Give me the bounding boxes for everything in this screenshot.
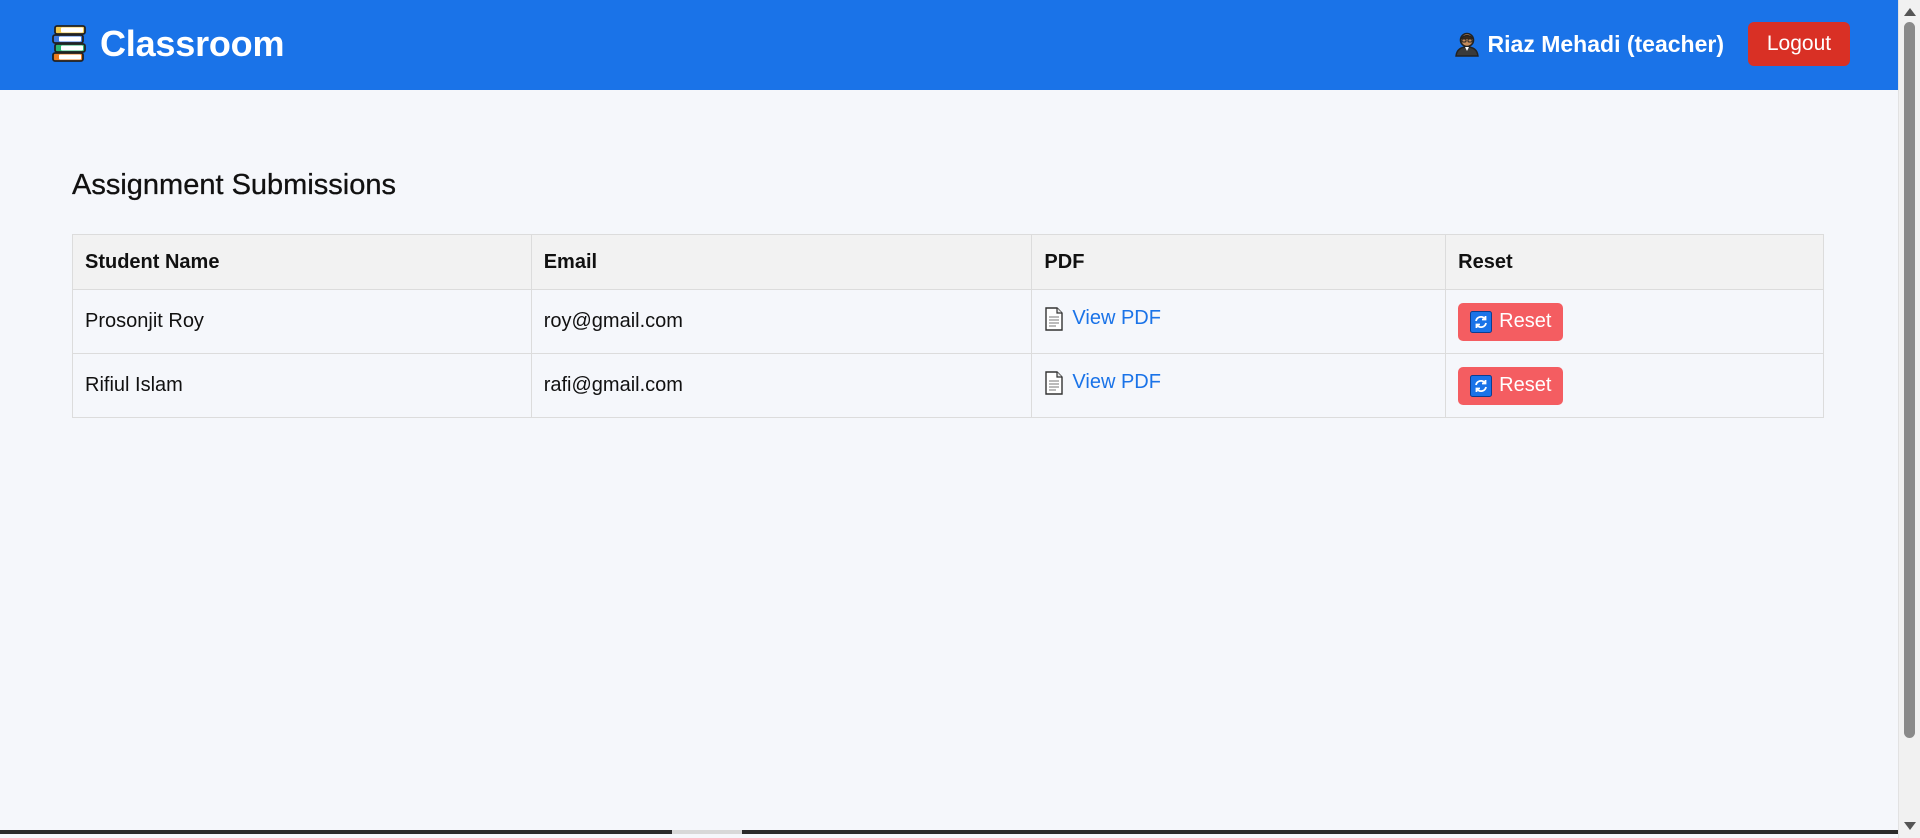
reset-button[interactable]: Reset [1458, 366, 1564, 405]
page: Classroom Riaz Mehadi (teacher) Logout A… [0, 0, 1898, 834]
table-body: Prosonjit Roy roy@gmail.com View PDF Res… [72, 289, 1824, 418]
view-pdf-label: View PDF [1072, 371, 1161, 393]
teacher-person-icon [1454, 32, 1479, 57]
app-title: Classroom [100, 23, 285, 64]
view-pdf-label: View PDF [1072, 307, 1161, 329]
table-header-row: Student Name Email PDF Reset [72, 234, 1824, 290]
reset-label: Reset [1499, 310, 1552, 332]
bottom-edge [0, 830, 1898, 834]
reset-label: Reset [1499, 374, 1552, 396]
table-row: Rifiul Islam rafi@gmail.com View PDF Res… [72, 353, 1824, 418]
table-header: Student Name Email PDF Reset [72, 234, 1824, 290]
user-name: Riaz Mehadi (teacher) [1487, 31, 1724, 57]
refresh-icon [1470, 374, 1493, 397]
reset-cell: Reset [1445, 353, 1824, 418]
student-name-cell: Prosonjit Roy [72, 289, 532, 354]
document-icon [1045, 370, 1064, 395]
column-header-reset: Reset [1445, 234, 1824, 290]
view-pdf-link[interactable]: View PDF [1044, 370, 1161, 395]
table-row: Prosonjit Roy roy@gmail.com View PDF Res… [72, 289, 1824, 354]
scroll-down-arrow-icon[interactable] [1904, 822, 1916, 830]
column-header-student-name: Student Name [72, 234, 532, 290]
scroll-up-arrow-icon[interactable] [1904, 8, 1916, 16]
reset-button[interactable]: Reset [1458, 302, 1564, 341]
main-content: Assignment Submissions Student Name Emai… [72, 164, 1824, 418]
bottom-edge-mark [672, 830, 742, 834]
brand[interactable]: Classroom [50, 23, 284, 65]
pdf-cell: View PDF [1031, 353, 1447, 418]
email-cell: roy@gmail.com [530, 289, 1033, 354]
submissions-table: Student Name Email PDF Reset Prosonjit R… [72, 234, 1824, 418]
column-header-email: Email [530, 234, 1033, 290]
column-header-pdf: PDF [1031, 234, 1447, 290]
page-title: Assignment Submissions [72, 169, 396, 201]
logout-button[interactable]: Logout [1748, 22, 1850, 66]
view-pdf-link[interactable]: View PDF [1044, 306, 1161, 331]
books-stack-icon [52, 25, 86, 62]
scroll-thumb[interactable] [1904, 22, 1915, 738]
user-area: Riaz Mehadi (teacher) Logout [1454, 22, 1850, 66]
reset-cell: Reset [1445, 289, 1824, 354]
email-cell: rafi@gmail.com [530, 353, 1033, 418]
refresh-icon [1470, 310, 1493, 333]
top-navbar: Classroom Riaz Mehadi (teacher) Logout [0, 0, 1898, 90]
student-name-cell: Rifiul Islam [72, 353, 532, 418]
pdf-cell: View PDF [1031, 289, 1447, 354]
vertical-scrollbar[interactable] [1898, 0, 1920, 838]
document-icon [1045, 306, 1064, 331]
viewport: Classroom Riaz Mehadi (teacher) Logout A… [0, 0, 1920, 838]
